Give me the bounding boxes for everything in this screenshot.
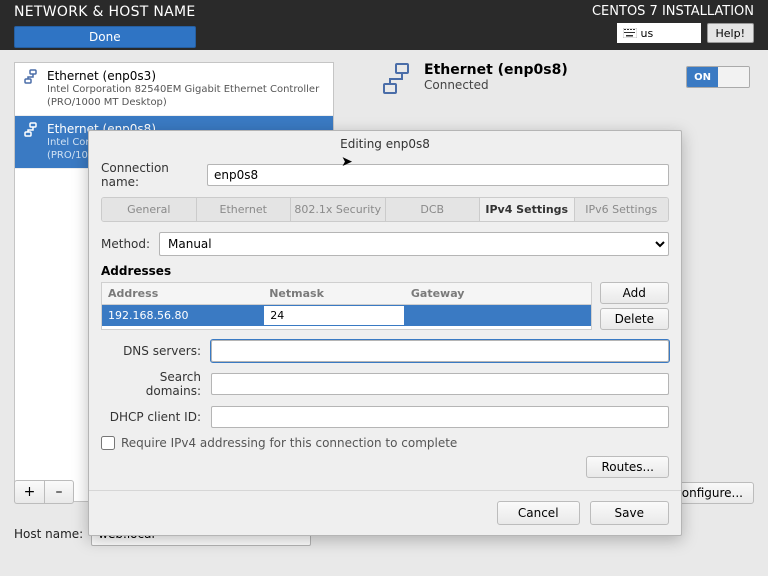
toggle-on-label: ON — [687, 67, 718, 87]
keyboard-layout-label: us — [641, 27, 654, 40]
keyboard-layout-indicator[interactable]: us — [617, 23, 701, 43]
header: NETWORK & HOST NAME Done CENTOS 7 INSTAL… — [0, 0, 768, 50]
edit-connection-dialog: Editing enp0s8 Connection name: General … — [88, 130, 682, 536]
col-address: Address — [102, 283, 263, 304]
remove-nic-button[interactable]: – — [44, 480, 74, 504]
keyboard-icon — [623, 28, 637, 38]
require-ipv4-label: Require IPv4 addressing for this connect… — [121, 436, 457, 450]
addresses-heading: Addresses — [101, 264, 669, 278]
done-button[interactable]: Done — [14, 26, 196, 48]
connection-name-label: Connection name: — [101, 161, 197, 189]
tab-ipv4[interactable]: IPv4 Settings — [480, 198, 575, 221]
dns-label: DNS servers: — [101, 344, 201, 358]
dialog-title: Editing enp0s8 — [89, 131, 681, 155]
netmask-cell-input[interactable] — [266, 308, 402, 323]
connection-name-input[interactable] — [207, 164, 669, 186]
nic-name: Ethernet (enp0s3) — [47, 69, 325, 84]
nic-detail: Ethernet (enp0s8) Connected — [380, 62, 680, 96]
page-title: NETWORK & HOST NAME — [14, 4, 196, 20]
search-domains-label: Search domains: — [101, 370, 201, 398]
col-gateway: Gateway — [405, 283, 591, 304]
nic-desc: Intel Corporation 82540EM Gigabit Ethern… — [47, 84, 325, 109]
gateway-cell[interactable] — [405, 305, 591, 326]
add-address-button[interactable]: Add — [600, 282, 669, 304]
ethernet-icon — [23, 69, 39, 85]
help-button[interactable]: Help! — [707, 23, 755, 43]
settings-tabs: General Ethernet 802.1x Security DCB IPv… — [101, 197, 669, 222]
save-button[interactable]: Save — [590, 501, 669, 525]
toggle-off-side — [718, 67, 749, 87]
dns-input[interactable] — [211, 340, 669, 362]
require-ipv4-checkbox[interactable] — [101, 436, 115, 450]
tab-dcb[interactable]: DCB — [386, 198, 481, 221]
routes-button[interactable]: Routes... — [586, 456, 669, 478]
method-label: Method: — [101, 237, 149, 251]
nic-detail-status: Connected — [424, 78, 568, 92]
dhcp-client-id-label: DHCP client ID: — [101, 410, 201, 424]
nic-toggle[interactable]: ON — [686, 66, 750, 88]
ethernet-icon — [380, 62, 414, 96]
add-remove-nic: + – — [14, 480, 74, 504]
cancel-button[interactable]: Cancel — [497, 501, 580, 525]
tab-ipv6[interactable]: IPv6 Settings — [575, 198, 669, 221]
dhcp-client-id-input[interactable] — [211, 406, 669, 428]
delete-address-button[interactable]: Delete — [600, 308, 669, 330]
hostname-label: Host name: — [14, 527, 83, 541]
installer-title: CENTOS 7 INSTALLATION — [592, 4, 754, 19]
tab-general[interactable]: General — [102, 198, 197, 221]
col-netmask: Netmask — [263, 283, 405, 304]
ethernet-icon — [23, 122, 39, 138]
tab-ethernet[interactable]: Ethernet — [197, 198, 292, 221]
method-select[interactable]: Manual — [159, 232, 669, 256]
addresses-table: Address Netmask Gateway 192.168.56.80 — [101, 282, 592, 330]
tab-8021x[interactable]: 802.1x Security — [291, 198, 386, 221]
nic-detail-name: Ethernet (enp0s8) — [424, 62, 568, 78]
table-row[interactable]: 192.168.56.80 — [102, 305, 591, 326]
add-nic-button[interactable]: + — [14, 480, 44, 504]
address-cell[interactable]: 192.168.56.80 — [102, 305, 263, 326]
search-domains-input[interactable] — [211, 373, 669, 395]
nic-item[interactable]: Ethernet (enp0s3)Intel Corporation 82540… — [15, 63, 333, 116]
